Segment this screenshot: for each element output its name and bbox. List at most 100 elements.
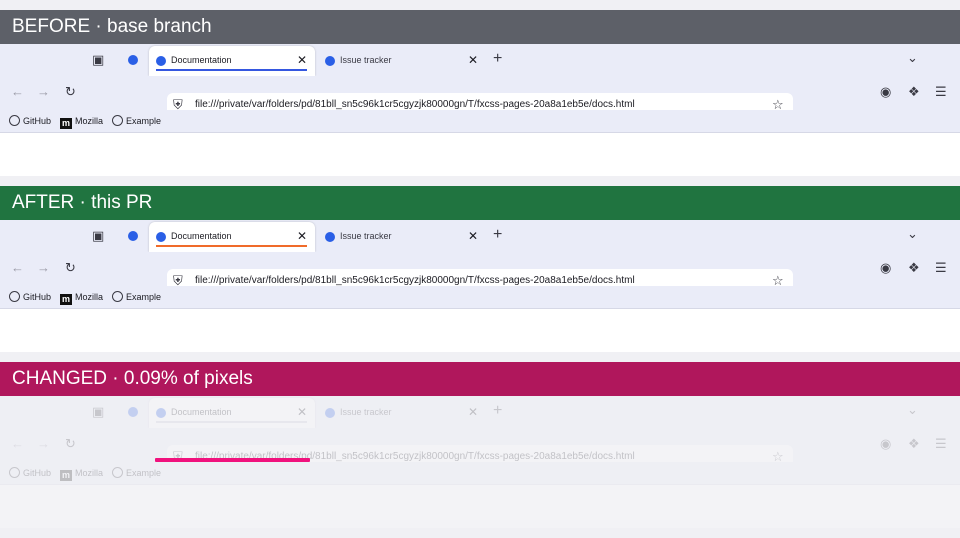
forward-icon[interactable]: →	[37, 260, 50, 276]
browser-chrome: ▣ Documentation ✕ Issue tracker ✕ + ⌄ ← …	[0, 44, 960, 176]
mozilla-icon: m	[60, 470, 72, 481]
tab-overview-icon[interactable]: ▣	[92, 228, 104, 244]
bookmark-label: Example	[126, 116, 162, 126]
menu-icon[interactable]: ☰	[935, 436, 947, 452]
globe-icon	[9, 291, 20, 302]
mozilla-icon: m	[60, 294, 72, 305]
pinned-tab-icon[interactable]	[128, 407, 138, 417]
close-icon[interactable]: ✕	[297, 53, 307, 67]
tab-label: Issue tracker	[340, 231, 392, 241]
forward-icon[interactable]: →	[37, 84, 50, 100]
tab-issue-tracker[interactable]: Issue tracker ✕	[318, 46, 486, 76]
tab-favicon-icon	[156, 408, 166, 418]
close-icon[interactable]: ✕	[468, 405, 478, 419]
url-text: file:///private/var/folders/pd/81bll_sn5…	[195, 275, 635, 286]
menu-icon[interactable]: ☰	[935, 260, 947, 276]
tab-label: Issue tracker	[340, 407, 392, 417]
chevron-down-icon[interactable]: ⌄	[907, 226, 918, 242]
forward-icon[interactable]: →	[37, 436, 50, 452]
page-content	[0, 309, 960, 352]
bookmark-mozilla[interactable]: m Mozilla	[60, 466, 103, 481]
bookmark-label: Example	[126, 292, 162, 302]
comparison-panel: BEFORE · base branch ▣ Documentation ✕ I…	[0, 10, 960, 176]
tab-label: Documentation	[171, 55, 232, 65]
globe-icon	[112, 291, 123, 302]
chevron-down-icon[interactable]: ⌄	[907, 50, 918, 66]
tab-issue-tracker[interactable]: Issue tracker ✕	[318, 222, 486, 252]
tab-favicon-icon	[325, 232, 335, 242]
back-icon[interactable]: ←	[11, 260, 24, 276]
panel-banner-label: BEFORE · base branch	[12, 16, 212, 37]
tab-overview-icon[interactable]: ▣	[92, 404, 104, 420]
panel-banner: CHANGED · 0.09% of pixels	[0, 362, 960, 396]
close-icon[interactable]: ✕	[468, 229, 478, 243]
tab-issue-tracker[interactable]: Issue tracker ✕	[318, 398, 486, 428]
tab-overview-icon[interactable]: ▣	[92, 52, 104, 68]
tab-underline	[156, 421, 307, 423]
plus-icon[interactable]: +	[493, 403, 502, 419]
bookmark-github[interactable]: GitHub	[9, 114, 51, 128]
menu-icon[interactable]: ☰	[935, 84, 947, 100]
account-icon[interactable]: ◉	[880, 436, 891, 452]
globe-icon	[112, 467, 123, 478]
tab-favicon-icon	[156, 232, 166, 242]
tab-strip: ▣ Documentation ✕ Issue tracker ✕ + ⌄	[0, 396, 960, 428]
reload-icon[interactable]: ↻	[65, 436, 76, 452]
close-icon[interactable]: ✕	[297, 229, 307, 243]
account-icon[interactable]: ◉	[880, 260, 891, 276]
bookmark-label: Mozilla	[75, 468, 104, 478]
globe-icon	[9, 115, 20, 126]
pinned-tab-icon[interactable]	[128, 231, 138, 241]
back-icon[interactable]: ←	[11, 84, 24, 100]
changed-pixels-highlight	[155, 458, 310, 462]
tab-strip: ▣ Documentation ✕ Issue tracker ✕ + ⌄	[0, 44, 960, 76]
browser-chrome: ▣ Documentation ✕ Issue tracker ✕ + ⌄ ← …	[0, 220, 960, 352]
extensions-icon[interactable]: ❖	[908, 436, 920, 452]
browser-screenshot: ▣ Documentation ✕ Issue tracker ✕ + ⌄ ← …	[0, 396, 960, 528]
close-icon[interactable]: ✕	[297, 405, 307, 419]
bookmark-label: Example	[126, 468, 162, 478]
panel-banner: BEFORE · base branch	[0, 10, 960, 44]
plus-icon[interactable]: +	[493, 51, 502, 67]
extensions-icon[interactable]: ❖	[908, 84, 920, 100]
tab-documentation[interactable]: Documentation ✕	[149, 398, 315, 428]
tab-label: Issue tracker	[340, 55, 392, 65]
tab-underline	[156, 69, 307, 71]
plus-icon[interactable]: +	[493, 227, 502, 243]
tab-underline	[156, 245, 307, 247]
bookmark-label: Mozilla	[75, 116, 104, 126]
page-content	[0, 485, 960, 528]
tab-label: Documentation	[171, 231, 232, 241]
bookmark-github[interactable]: GitHub	[9, 466, 51, 480]
tab-label: Documentation	[171, 407, 232, 417]
tab-documentation[interactable]: Documentation ✕	[149, 46, 315, 76]
account-icon[interactable]: ◉	[880, 84, 891, 100]
panel-banner: AFTER · this PR	[0, 186, 960, 220]
globe-icon	[112, 115, 123, 126]
bookmark-mozilla[interactable]: m Mozilla	[60, 114, 103, 129]
bookmark-example[interactable]: Example	[112, 290, 161, 304]
bookmark-example[interactable]: Example	[112, 466, 161, 480]
panel-banner-label: CHANGED · 0.09% of pixels	[12, 368, 253, 389]
comparison-panel: AFTER · this PR ▣ Documentation ✕ Issue …	[0, 186, 960, 352]
tab-documentation[interactable]: Documentation ✕	[149, 222, 315, 252]
back-icon[interactable]: ←	[11, 436, 24, 452]
browser-screenshot: ▣ Documentation ✕ Issue tracker ✕ + ⌄ ← …	[0, 220, 960, 352]
bookmark-example[interactable]: Example	[112, 114, 161, 128]
mozilla-icon: m	[60, 118, 72, 129]
tab-favicon-icon	[325, 56, 335, 66]
chevron-down-icon[interactable]: ⌄	[907, 402, 918, 418]
pinned-tab-icon[interactable]	[128, 55, 138, 65]
close-icon[interactable]: ✕	[468, 53, 478, 67]
reload-icon[interactable]: ↻	[65, 84, 76, 100]
browser-chrome: ▣ Documentation ✕ Issue tracker ✕ + ⌄ ← …	[0, 396, 960, 528]
bookmark-label: GitHub	[23, 468, 52, 478]
url-text: file:///private/var/folders/pd/81bll_sn5…	[195, 99, 635, 110]
extensions-icon[interactable]: ❖	[908, 260, 920, 276]
bookmark-github[interactable]: GitHub	[9, 290, 51, 304]
bookmark-mozilla[interactable]: m Mozilla	[60, 290, 103, 305]
reload-icon[interactable]: ↻	[65, 260, 76, 276]
tab-strip: ▣ Documentation ✕ Issue tracker ✕ + ⌄	[0, 220, 960, 252]
panel-banner-label: AFTER · this PR	[12, 192, 153, 213]
bookmark-label: GitHub	[23, 116, 52, 126]
